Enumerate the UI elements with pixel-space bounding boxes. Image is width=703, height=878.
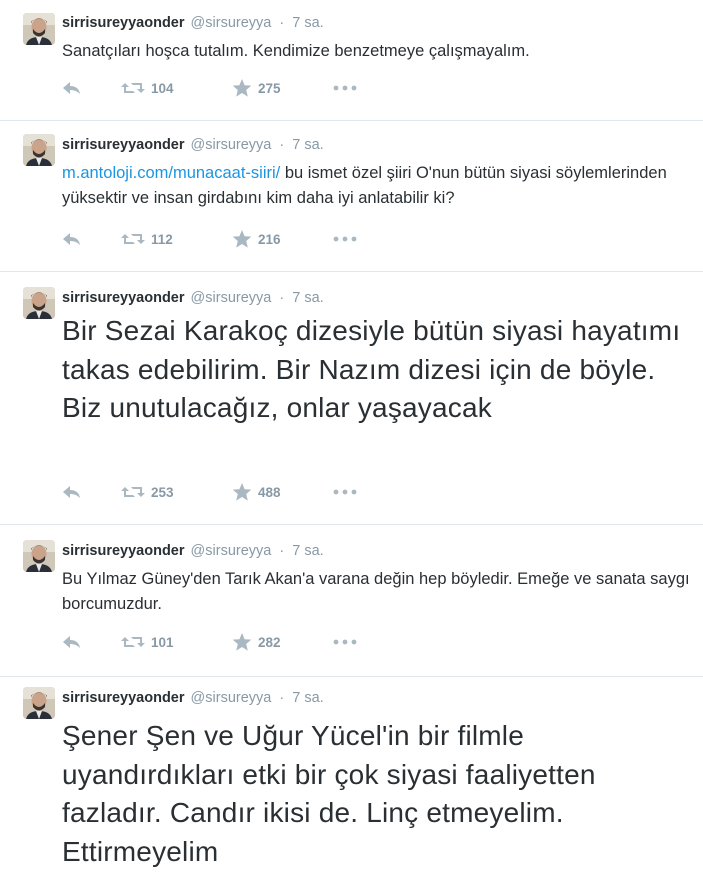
separator: · bbox=[279, 137, 285, 153]
avatar[interactable] bbox=[23, 687, 55, 719]
tweet[interactable]: sirrisureyyaonder @sirsureyya · 7 sa. Şe… bbox=[0, 677, 703, 878]
more-button[interactable] bbox=[333, 229, 357, 249]
retweet-icon bbox=[121, 484, 145, 500]
more-button[interactable] bbox=[333, 78, 357, 98]
favorite-count: 275 bbox=[258, 80, 281, 96]
ellipsis-icon bbox=[333, 236, 357, 242]
ellipsis-icon bbox=[333, 85, 357, 91]
tweet-text-body: Sanatçıları hoşca tutalım. Kendimize ben… bbox=[62, 42, 530, 60]
avatar[interactable] bbox=[23, 134, 55, 166]
tweet-text: Sanatçıları hoşca tutalım. Kendimize ben… bbox=[62, 39, 692, 64]
tweet-link[interactable]: m.antoloji.com/munacaat-siiri/ bbox=[62, 164, 280, 182]
username[interactable]: @sirsureyya bbox=[191, 137, 272, 153]
separator: · bbox=[279, 543, 285, 559]
tweet[interactable]: sirrisureyyaonder @sirsureyya · 7 sa. Bi… bbox=[0, 272, 703, 525]
reply-arrow-icon bbox=[62, 232, 82, 246]
username[interactable]: @sirsureyya bbox=[191, 690, 272, 706]
tweet-actions: 104 275 bbox=[62, 78, 382, 98]
tweet-actions: 101 282 bbox=[62, 632, 382, 652]
tweet-header: sirrisureyyaonder @sirsureyya · 7 sa. bbox=[62, 542, 324, 560]
retweet-count: 104 bbox=[151, 80, 174, 96]
username[interactable]: @sirsureyya bbox=[191, 290, 272, 306]
tweet-header: sirrisureyyaonder @sirsureyya · 7 sa. bbox=[62, 689, 324, 707]
tweet-text-body: Bu Yılmaz Güney'den Tarık Akan'a varana … bbox=[62, 570, 690, 613]
avatar[interactable] bbox=[23, 287, 55, 319]
tweet[interactable]: sirrisureyyaonder @sirsureyya · 7 sa. m.… bbox=[0, 121, 703, 272]
more-button[interactable] bbox=[333, 482, 357, 502]
tweet-text: Şener Şen ve Uğur Yücel'in bir filmle uy… bbox=[62, 717, 692, 871]
retweet-icon bbox=[121, 80, 145, 96]
favorite-count: 282 bbox=[258, 634, 281, 650]
timestamp[interactable]: 7 sa. bbox=[292, 543, 323, 559]
star-icon bbox=[232, 482, 252, 502]
tweet-text: m.antoloji.com/munacaat-siiri/ bu ismet … bbox=[62, 161, 692, 211]
tweet-text: Bir Sezai Karakoç dizesiyle bütün siyasi… bbox=[62, 312, 692, 428]
separator: · bbox=[279, 15, 285, 31]
reply-arrow-icon bbox=[62, 81, 82, 95]
favorite-button[interactable]: 216 bbox=[232, 229, 281, 249]
tweet-text-body: Şener Şen ve Uğur Yücel'in bir filmle uy… bbox=[62, 720, 596, 867]
reply-button[interactable] bbox=[62, 632, 82, 652]
tweet-actions: 112 216 bbox=[62, 229, 382, 249]
fullname[interactable]: sirrisureyyaonder bbox=[62, 137, 185, 153]
star-icon bbox=[232, 78, 252, 98]
reply-button[interactable] bbox=[62, 229, 82, 249]
fullname[interactable]: sirrisureyyaonder bbox=[62, 690, 185, 706]
retweet-button[interactable]: 112 bbox=[121, 229, 173, 249]
username[interactable]: @sirsureyya bbox=[191, 543, 272, 559]
reply-arrow-icon bbox=[62, 485, 82, 499]
timestamp[interactable]: 7 sa. bbox=[292, 137, 323, 153]
timestamp[interactable]: 7 sa. bbox=[292, 290, 323, 306]
tweet-header: sirrisureyyaonder @sirsureyya · 7 sa. bbox=[62, 289, 324, 307]
tweet[interactable]: sirrisureyyaonder @sirsureyya · 7 sa. Sa… bbox=[0, 0, 703, 121]
separator: · bbox=[279, 690, 285, 706]
fullname[interactable]: sirrisureyyaonder bbox=[62, 290, 185, 306]
retweet-icon bbox=[121, 634, 145, 650]
username[interactable]: @sirsureyya bbox=[191, 15, 272, 31]
reply-button[interactable] bbox=[62, 78, 82, 98]
tweet-header: sirrisureyyaonder @sirsureyya · 7 sa. bbox=[62, 136, 324, 154]
tweet-text: Bu Yılmaz Güney'den Tarık Akan'a varana … bbox=[62, 567, 692, 617]
ellipsis-icon bbox=[333, 489, 357, 495]
tweet-header: sirrisureyyaonder @sirsureyya · 7 sa. bbox=[62, 14, 324, 32]
favorite-button[interactable]: 488 bbox=[232, 482, 281, 502]
favorite-count: 488 bbox=[258, 484, 281, 500]
tweet-actions: 253 488 bbox=[62, 482, 382, 502]
separator: · bbox=[279, 290, 285, 306]
tweet-text-body: Bir Sezai Karakoç dizesiyle bütün siyasi… bbox=[62, 315, 681, 423]
favorite-button[interactable]: 275 bbox=[232, 78, 281, 98]
timestamp[interactable]: 7 sa. bbox=[292, 15, 323, 31]
avatar[interactable] bbox=[23, 13, 55, 45]
star-icon bbox=[232, 632, 252, 652]
fullname[interactable]: sirrisureyyaonder bbox=[62, 543, 185, 559]
retweet-button[interactable]: 104 bbox=[121, 78, 174, 98]
tweet[interactable]: sirrisureyyaonder @sirsureyya · 7 sa. Bu… bbox=[0, 525, 703, 677]
avatar[interactable] bbox=[23, 540, 55, 572]
favorite-button[interactable]: 282 bbox=[232, 632, 281, 652]
favorite-count: 216 bbox=[258, 231, 281, 247]
retweet-count: 112 bbox=[151, 231, 173, 247]
more-button[interactable] bbox=[333, 632, 357, 652]
retweet-count: 101 bbox=[151, 634, 174, 650]
retweet-button[interactable]: 253 bbox=[121, 482, 174, 502]
retweet-button[interactable]: 101 bbox=[121, 632, 174, 652]
fullname[interactable]: sirrisureyyaonder bbox=[62, 15, 185, 31]
retweet-icon bbox=[121, 231, 145, 247]
reply-button[interactable] bbox=[62, 482, 82, 502]
reply-arrow-icon bbox=[62, 635, 82, 649]
ellipsis-icon bbox=[333, 639, 357, 645]
star-icon bbox=[232, 229, 252, 249]
timestamp[interactable]: 7 sa. bbox=[292, 690, 323, 706]
retweet-count: 253 bbox=[151, 484, 174, 500]
